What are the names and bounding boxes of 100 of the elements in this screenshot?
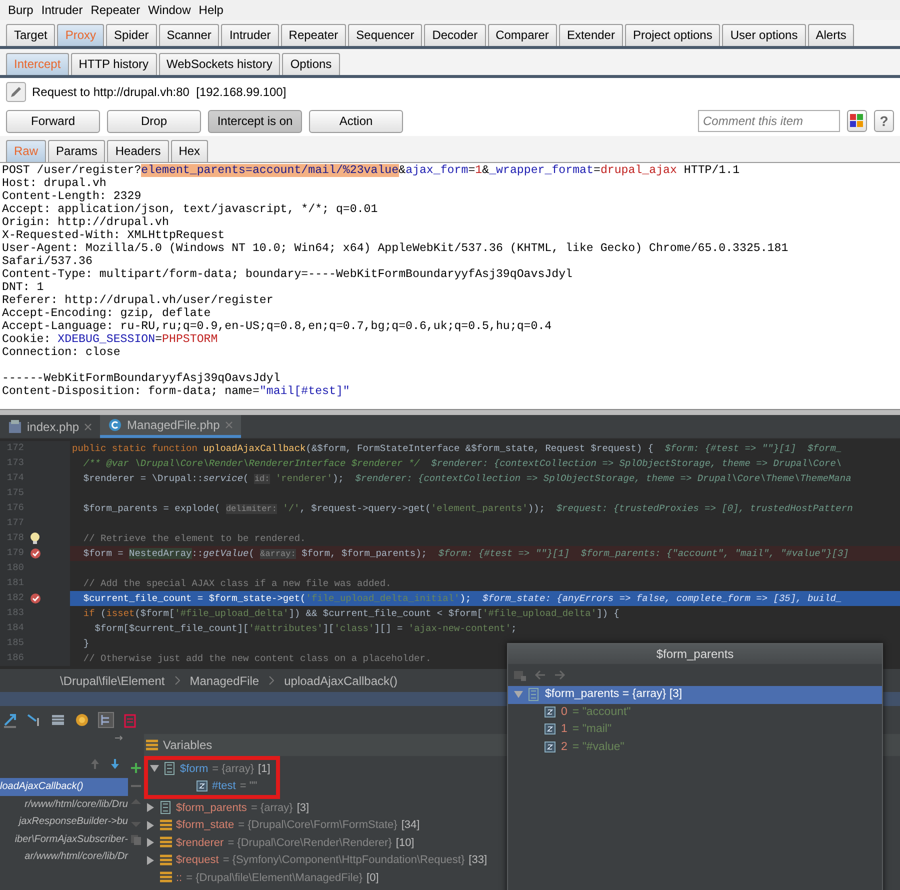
lightbulb-icon[interactable] [30, 532, 40, 545]
code-line: $renderer = \Drupal::service( id: 'renderer'); $renderer: {contextCollection => SplObjectStorage, theme => Drupal\Core\Theme\ThemeMana [82, 472, 852, 486]
tab[interactable]: Project options [624, 24, 720, 46]
clipboard-icon[interactable] [122, 712, 138, 728]
stack-frame[interactable]: r/www/html/core/lib/Dru [0, 796, 128, 813]
close-icon[interactable] [84, 422, 92, 430]
object-icon [160, 871, 172, 884]
chevron-icon [174, 676, 180, 685]
tab[interactable]: Comparer [488, 24, 557, 46]
tab[interactable]: Hex [170, 140, 208, 162]
tab[interactable]: Target [6, 24, 56, 46]
expand-arrow-icon[interactable] [146, 856, 155, 865]
variable-row[interactable]: $form = {array} [1] [148, 760, 270, 778]
tree-row[interactable]: 2 = "#value" [508, 738, 882, 756]
add-watch-icon[interactable] [130, 762, 142, 774]
array-icon [160, 801, 172, 814]
expand-arrow-icon[interactable] [146, 838, 155, 848]
action-button[interactable]: Forward [6, 110, 100, 132]
array-icon [528, 688, 540, 702]
help-button[interactable]: ? [874, 110, 894, 132]
tab[interactable]: Scanner [158, 24, 220, 46]
stack-frame[interactable]: jaxResponseBuilder->bu [0, 813, 128, 830]
menu-item[interactable]: Burp [8, 1, 34, 19]
code-line: // Add the special AJAX class if a new file was added. [82, 577, 392, 591]
request-line: Content-Length: 2329 [2, 190, 142, 203]
request-line: Safari/537.36 [2, 255, 92, 268]
tab[interactable]: Repeater [280, 24, 346, 46]
request-line: Content-Disposition: form-data; name="mail[#test]" [2, 385, 350, 398]
tab[interactable]: Params [48, 140, 106, 162]
code-line: $form = NestedArray::getValue( &array: $form, $form_parents); $form: {#test => ""}[1] $form_parents: {"account", "mail", "#value"}[3] [82, 547, 849, 561]
file-tab[interactable]: ManagedFile.php [100, 415, 241, 438]
file-tab[interactable]: index.php [0, 415, 100, 438]
expand-arrow-icon[interactable] [146, 820, 155, 830]
object-icon [160, 854, 172, 867]
menu-item[interactable]: Help [198, 1, 224, 19]
tree-view-icon[interactable] [98, 712, 114, 728]
tab[interactable]: Intruder [221, 24, 279, 46]
menu-item[interactable]: Intruder [41, 1, 83, 19]
tab[interactable]: HTTP history [70, 53, 156, 75]
breadcrumb-item[interactable]: ManagedFile [190, 672, 260, 690]
value-icon [544, 723, 556, 736]
value-icon [196, 780, 208, 793]
request-line: User-Agent: Mozilla/5.0 (Windows NT 10.0; Win64; x64) AppleWebKit/537.36 (KHTML, like Gecko) Chrome/65.0.3325.181 [2, 242, 788, 255]
request-line: Connection: close [2, 346, 120, 359]
tree-row[interactable]: 1 = "mail" [508, 721, 882, 738]
value-icon [544, 740, 556, 754]
tab[interactable]: WebSockets history [158, 53, 280, 75]
tab[interactable]: Decoder [424, 24, 486, 46]
request-line: Content-Type: multipart/form-data; boundary=----WebKitFormBoundaryyfAsj39qOavsJdyl [2, 268, 573, 281]
tab[interactable]: Alerts [808, 24, 854, 46]
action-button[interactable]: Drop [107, 110, 201, 132]
down-arrow-icon[interactable] [110, 758, 120, 770]
coin-icon[interactable] [74, 712, 90, 728]
color-grid-icon [850, 114, 864, 128]
tab[interactable]: User options [722, 24, 806, 46]
code-line: $form_parents = explode( delimiter: '/', $request->query->get('element_parents')); $request: {trustedProxies => [0], trustedHostPattern [82, 502, 853, 516]
highlight-color-button[interactable] [847, 110, 867, 132]
tree-row[interactable]: 0 = "account" [508, 704, 882, 721]
collapse-arrow-icon[interactable] [150, 764, 159, 774]
tab[interactable]: Headers [107, 140, 169, 162]
tab[interactable]: Sequencer [348, 24, 422, 46]
stack-frame[interactable]: iber\FormAjaxSubscriber- [0, 830, 128, 848]
request-target: Request to http://drupal.vh:80 [192.168.99.100] [32, 84, 286, 101]
collapse-arrow-icon[interactable] [514, 690, 523, 700]
code-line: // Otherwise just add the new content class on a placeholder. [82, 652, 432, 666]
variable-row[interactable]: $form_parents = {array} [3] [144, 799, 900, 816]
stack-frame[interactable]: loadAjaxCallback() [0, 778, 128, 796]
pencil-icon[interactable] [6, 82, 26, 102]
code-line: /** @var \Drupal\Core\Render\RendererInterface $renderer */ $renderer: {contextCollection => SplObjectStorage, theme => Drupal\Core\ [82, 457, 842, 471]
expand-arrow-icon[interactable] [146, 803, 155, 812]
breakpoint-icon[interactable] [30, 593, 40, 604]
variable-row[interactable]: :: = {Drupal\file\Element\ManagedFile} [0] [144, 869, 900, 886]
request-line: X-Requested-With: XMLHttpRequest [2, 229, 225, 242]
tab[interactable]: Extender [558, 24, 623, 46]
tree-row[interactable]: $form_parents = {array} [3] [508, 686, 882, 704]
table-icon[interactable] [50, 712, 66, 728]
code-line: public static function uploadAjaxCallback(&$form, FormStateInterface &$form_state, Request $request) { $form: {#test => ""}[1] $form_ [71, 442, 842, 456]
variable-row[interactable]: #test = "" [148, 778, 270, 795]
breadcrumb-item[interactable]: \Drupal\file\Element [60, 672, 165, 690]
stack-frame[interactable]: ar/www/html/core/lib/Dr [0, 848, 128, 866]
request-line: DNT: 1 [2, 281, 44, 294]
menu-item[interactable]: Window [148, 1, 191, 19]
variable-row[interactable]: $request = {Symfony\Component\HttpFoundation\Request} [33] [144, 852, 900, 869]
breakpoint-icon[interactable] [30, 548, 40, 559]
code-line: // Retrieve the element to be rendered. [82, 532, 306, 546]
menu-item[interactable]: Repeater [90, 1, 140, 19]
request-line: Referer: http://drupal.vh/user/register [2, 294, 274, 307]
request-line: Accept-Encoding: gzip, deflate [2, 307, 211, 320]
variable-row[interactable]: $renderer = {Drupal\Core\Render\Renderer} [10] [144, 834, 900, 852]
tab[interactable]: Spider [106, 24, 157, 46]
tab[interactable]: Options [282, 53, 340, 75]
step-out-icon[interactable] [2, 712, 18, 728]
variable-row[interactable]: $form_state = {Drupal\Core\Form\FormState} [34] [144, 816, 900, 834]
action-button[interactable]: Intercept is on [208, 110, 302, 132]
comment-field[interactable]: Comment this item [698, 110, 840, 132]
code-line: $current_file_count = $form_state->get('file_upload_delta_initial'); $form_state: {anyErrors => false, complete_form => [35], build_ [82, 592, 842, 606]
object-icon [160, 818, 172, 832]
code-line: $form[$current_file_count]['#attributes']['class'][] = 'ajax-new-content'; [94, 622, 517, 636]
action-button[interactable]: Action [309, 110, 403, 132]
breadcrumb-item[interactable]: uploadAjaxCallback() [284, 672, 398, 690]
